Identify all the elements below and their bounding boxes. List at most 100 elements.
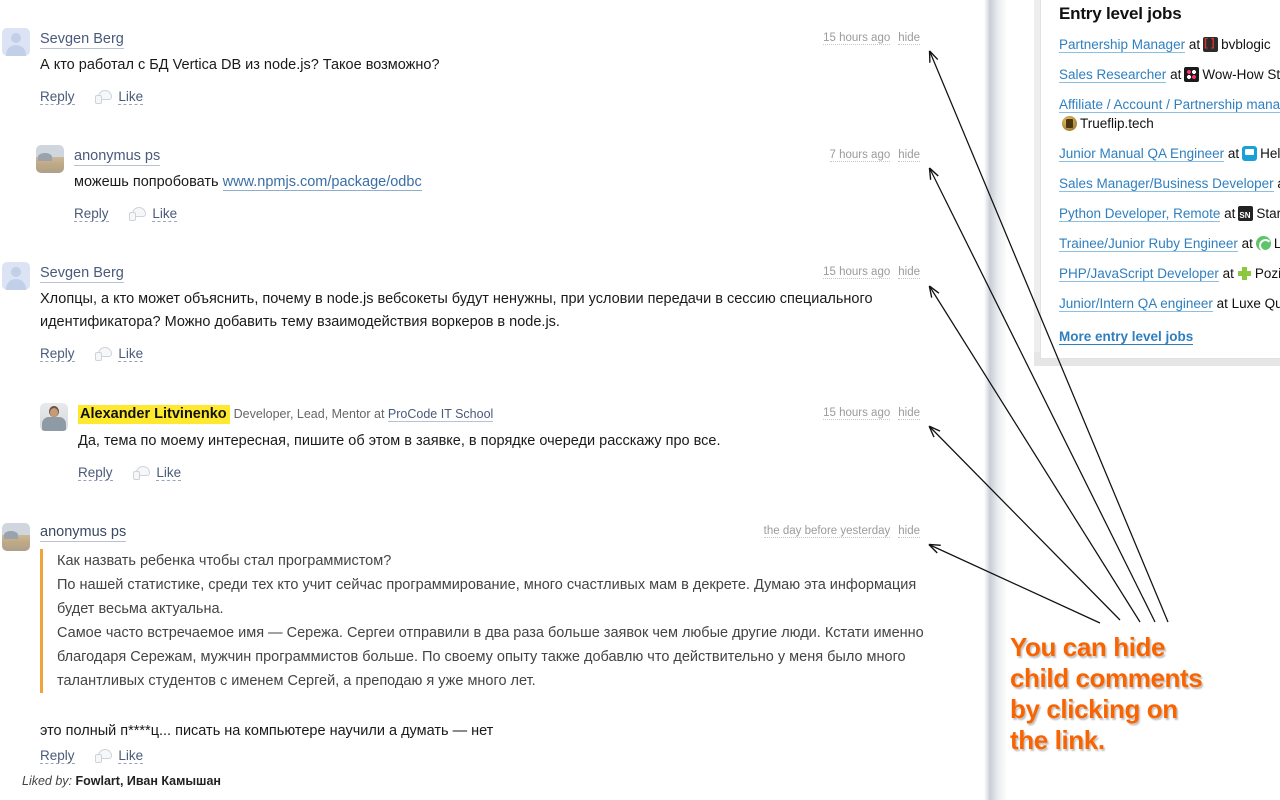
comment-author-link[interactable]: anonymus ps (74, 147, 161, 166)
liked-by-names: Fowlart, Иван Камышан (75, 774, 221, 788)
job-title-link[interactable]: Junior Manual QA Engineer (1059, 146, 1225, 162)
job-company: Luxe Qua (1231, 296, 1280, 311)
job-listing: Partnership Manager at bvblogic (1059, 34, 1280, 54)
reply-link[interactable]: Reply (40, 346, 75, 362)
hide-link[interactable]: hide (898, 149, 920, 162)
comment-author-highlight[interactable]: Alexander Litvinenko (78, 405, 230, 424)
thumbs-up-icon[interactable] (128, 206, 146, 221)
hide-link[interactable]: hide (898, 525, 920, 538)
reply-link[interactable]: Reply (40, 748, 75, 764)
comment-text: А кто работал с БД Vertica DB из node.js… (40, 57, 440, 73)
job-company: Wow-How Stu (1202, 67, 1280, 82)
comment-actions: Reply Like (40, 345, 149, 363)
job-title-link[interactable]: Sales Manager/Business Developer (1059, 176, 1274, 192)
more-jobs: More entry level jobs (1059, 329, 1280, 345)
comment-meta: 15 hours ago hide (823, 32, 920, 45)
hide-link[interactable]: hide (898, 266, 920, 279)
job-title-link[interactable]: Sales Researcher (1059, 67, 1167, 83)
job-company: Poziti (1254, 266, 1280, 281)
job-listing: Trainee/Junior Ruby Engineer at Le (1059, 234, 1280, 253)
comment-meta: the day before yesterday hide (763, 525, 920, 538)
more-entry-level-jobs-link[interactable]: More entry level jobs (1059, 329, 1194, 345)
thumbs-up-icon[interactable] (132, 465, 150, 480)
comment-timestamp: 7 hours ago (829, 149, 891, 162)
job-at: at (1241, 236, 1253, 251)
reply-link[interactable]: Reply (40, 89, 75, 105)
comment-author-link[interactable]: anonymus ps (40, 523, 127, 542)
like-link[interactable]: Like (156, 465, 182, 481)
comment-actions: Reply Like (74, 205, 183, 223)
comment-timestamp: the day before yesterday (763, 525, 891, 538)
annotation-text: You can hide child comments by clicking … (1010, 632, 1272, 756)
job-title-link[interactable]: Partnership Manager (1059, 37, 1186, 53)
annotation-line-4: the link. (1010, 725, 1105, 755)
hide-link[interactable]: hide (898, 407, 920, 420)
job-at: at (1222, 266, 1234, 281)
job-at: at (1216, 296, 1228, 311)
job-company: Help (1260, 146, 1280, 161)
comment-author-link[interactable]: Sevgen Berg (40, 30, 124, 49)
reply-link[interactable]: Reply (74, 206, 109, 222)
job-company: Trueflip.tech (1080, 116, 1154, 131)
thumbs-up-icon[interactable] (94, 748, 112, 763)
avatar (2, 28, 30, 56)
job-listing: Sales Researcher at Wow-How Stu (1059, 65, 1280, 84)
comment-meta: 15 hours ago hide (823, 266, 920, 279)
starnavi-icon (1238, 206, 1254, 225)
comment-meta: 15 hours ago hide (823, 407, 920, 420)
reply-link[interactable]: Reply (78, 465, 113, 481)
like-link[interactable]: Like (118, 748, 144, 764)
job-listing: Junior/Intern QA engineer at Luxe Qua (1059, 294, 1280, 313)
helpcrunch-icon (1242, 146, 1258, 161)
company-link[interactable]: ProCode IT School (387, 407, 494, 422)
comment-timestamp: 15 hours ago (823, 266, 891, 279)
comment-actions: Reply Like (40, 747, 149, 765)
like-link[interactable]: Like (118, 346, 144, 362)
liked-by: Liked by: Fowlart, Иван Камышан (22, 774, 221, 788)
job-listing: Junior Manual QA Engineer at Help (1059, 144, 1280, 163)
page-edge-shadow (984, 0, 1006, 800)
comment-text: это полный п****ц... писать на компьютер… (40, 723, 494, 739)
job-at: at (1170, 67, 1182, 82)
job-at: at (1224, 206, 1236, 221)
avatar (40, 403, 68, 431)
job-title-link[interactable]: Junior/Intern QA engineer (1059, 296, 1213, 312)
comments-column: Sevgen Berg А кто работал с БД Vertica D… (0, 0, 985, 800)
job-company: bvblogic (1221, 37, 1271, 52)
hide-link[interactable]: hide (898, 32, 920, 45)
comment-meta: 7 hours ago hide (829, 149, 920, 162)
comment-author-row: Alexander Litvinenko Developer, Lead, Men… (78, 405, 494, 424)
job-title-link[interactable]: Trainee/Junior Ruby Engineer (1059, 236, 1238, 252)
job-company: Le (1273, 236, 1280, 251)
annotation-line-1: You can hide (1010, 632, 1166, 662)
npmjs-link[interactable]: www.npmjs.com/package/odbc (222, 174, 422, 191)
thumbs-up-icon[interactable] (94, 346, 112, 361)
comment-text: Да, тема по моему интересная, пишите об … (78, 433, 721, 449)
page-root: Sevgen Berg А кто работал с БД Vertica D… (0, 0, 1280, 800)
comment-timestamp: 15 hours ago (823, 407, 891, 420)
entry-level-jobs-card: Entry level jobs Partnership Manager at b… (1040, 0, 1280, 359)
role-text: Developer, Lead, Mentor at (233, 407, 388, 421)
job-listing: Affiliate / Account / Partnership manag … (1059, 95, 1280, 133)
quote-line: Самое часто встречаемое имя — Сережа. Се… (57, 625, 924, 689)
job-company: StarN (1256, 206, 1280, 221)
wowhow-icon (1184, 67, 1200, 82)
job-title-link[interactable]: Affiliate / Account / Partnership manag (1059, 97, 1280, 113)
job-at: at (1188, 37, 1201, 52)
thumbs-up-icon[interactable] (94, 89, 112, 104)
bvblogic-icon (1203, 34, 1219, 53)
positive-icon (1237, 266, 1252, 281)
job-title-link[interactable]: PHP/JavaScript Developer (1059, 266, 1219, 282)
job-at: at (1227, 146, 1240, 161)
comment-actions: Reply Like (40, 88, 149, 106)
liked-by-label: Liked by: (22, 774, 73, 788)
comment-quote: Как назвать ребенка чтобы стал программи… (40, 549, 940, 693)
avatar (2, 262, 30, 290)
comment-author-link[interactable]: Sevgen Berg (40, 264, 124, 283)
job-title-link[interactable]: Python Developer, Remote (1059, 206, 1221, 222)
comment-text: можешь попробовать www.npmjs.com/package… (74, 171, 834, 194)
like-link[interactable]: Like (152, 206, 178, 222)
quote-line: По нашей статистике, среди тех кто учит … (57, 577, 917, 617)
annotation-line-2: child comments (1010, 663, 1203, 693)
like-link[interactable]: Like (118, 89, 144, 105)
